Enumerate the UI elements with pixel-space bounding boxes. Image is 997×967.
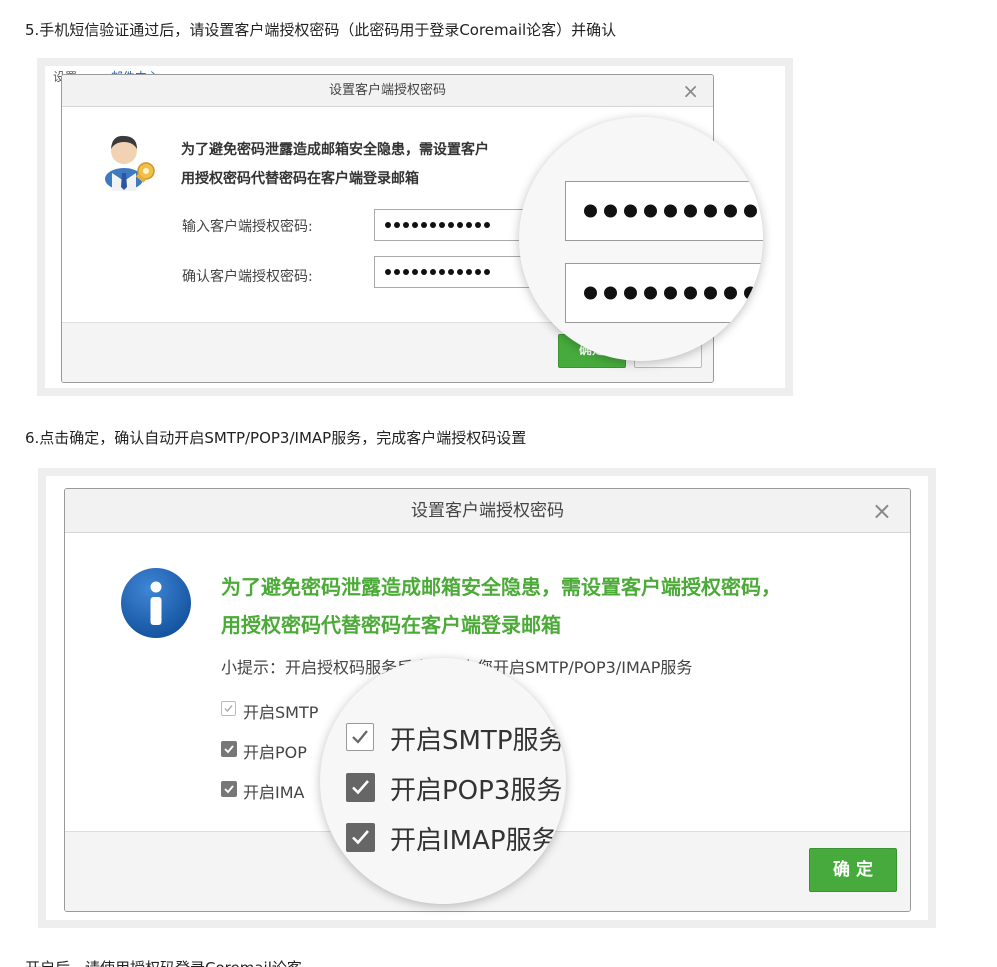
smtp-checkbox[interactable] [221, 701, 236, 716]
dialog-title: 设置客户端授权密码 [62, 75, 713, 107]
dialog-message-line2: 用授权密码代替密码在客户端登录邮箱 [181, 171, 419, 187]
password-zoom-lens [519, 117, 763, 361]
zoom-confirm-password-input [565, 263, 763, 323]
dialog-message-line2: 用授权密码代替密码在客户端登录邮箱 [221, 613, 561, 637]
close-icon[interactable]: × [872, 495, 892, 527]
dialog-title: 设置客户端授权密码 [65, 489, 910, 533]
zoom-password-input [565, 181, 763, 241]
imap-checkbox[interactable] [221, 781, 237, 797]
zoom-smtp-label: 开启SMTP服务 [390, 726, 565, 756]
smtp-label: 开启SMTP [243, 703, 319, 722]
info-icon [120, 567, 192, 639]
user-key-icon [102, 129, 162, 191]
pop-checkbox[interactable] [221, 741, 237, 757]
zoom-pop3-label: 开启POP3服务 [390, 776, 563, 806]
dialog-message-line1: 为了避免密码泄露造成邮箱安全隐患，需设置客户 [181, 142, 489, 158]
imap-label: 开启IMA [243, 783, 305, 802]
step-6-instruction: 6.点击确定，确认自动开启SMTP/POP3/IMAP服务，完成客户端授权码设置 [25, 429, 527, 447]
label-confirm-password: 确认客户端授权密码: [182, 269, 313, 285]
password-mask [385, 222, 490, 228]
close-icon[interactable]: × [682, 78, 699, 104]
confirm-password-input[interactable] [374, 256, 534, 288]
ok-button[interactable]: 确 定 [809, 848, 897, 892]
step-5-instruction: 5.手机短信验证通过后，请设置客户端授权密码（此密码用于登录Coremail论客… [25, 21, 617, 39]
checkbox-zoom-lens: 开启SMTP服务 开启POP3服务 开启IMAP服务 [320, 658, 566, 904]
zoom-imap-label: 开启IMAP服务 [390, 826, 558, 856]
password-input[interactable] [374, 209, 534, 241]
step-7-instruction: 开启后，请使用授权码登录Coremail论客 [25, 957, 302, 967]
password-mask [385, 269, 490, 275]
pop-label: 开启POP [243, 743, 307, 762]
dialog-message-line1: 为了避免密码泄露造成邮箱安全隐患，需设置客户端授权密码， [221, 575, 781, 599]
label-input-password: 输入客户端授权密码: [182, 219, 313, 235]
